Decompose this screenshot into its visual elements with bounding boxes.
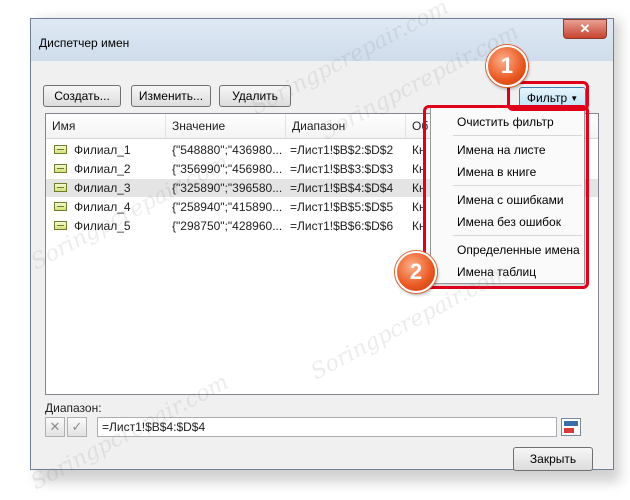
column-header-range[interactable]: Диапазон bbox=[286, 114, 406, 138]
defined-name-icon bbox=[54, 221, 67, 230]
menu-highlight-box bbox=[423, 105, 589, 289]
cell-range: =Лист1!$B$4:$D$4 bbox=[290, 181, 394, 195]
cell-value: {"325890";"396580... bbox=[172, 181, 283, 195]
cell-name: Филиал_2 bbox=[74, 162, 131, 176]
name-manager-dialog: Диспетчер имен ✕ Создать... Изменить... … bbox=[30, 18, 614, 471]
close-button[interactable]: Закрыть bbox=[513, 447, 593, 471]
cell-name: Филиал_3 bbox=[74, 181, 131, 195]
column-header-value[interactable]: Значение bbox=[166, 114, 286, 138]
cell-value: {"548880";"436980... bbox=[172, 143, 283, 157]
window-close-button[interactable]: ✕ bbox=[563, 19, 607, 39]
cell-name: Филиал_4 bbox=[74, 200, 131, 214]
range-label: Диапазон: bbox=[45, 401, 102, 415]
defined-name-icon bbox=[54, 164, 67, 173]
cell-range: =Лист1!$B$5:$D$5 bbox=[290, 200, 394, 214]
step-badge-one: 1 bbox=[486, 45, 528, 87]
defined-name-icon bbox=[54, 202, 67, 211]
cell-value: {"258940";"415890... bbox=[172, 200, 283, 214]
cancel-edit-icon[interactable]: ✕ bbox=[45, 417, 65, 437]
cell-name: Филиал_5 bbox=[74, 219, 131, 233]
create-button[interactable]: Создать... bbox=[43, 85, 121, 107]
cell-range: =Лист1!$B$3:$D$3 bbox=[290, 162, 394, 176]
cell-range: =Лист1!$B$6:$D$6 bbox=[290, 219, 394, 233]
cell-value: {"298750";"428960... bbox=[172, 219, 283, 233]
range-input[interactable]: =Лист1!$B$4:$D$4 bbox=[97, 417, 557, 437]
title-bar: Диспетчер имен ✕ bbox=[31, 19, 613, 61]
confirm-edit-icon[interactable]: ✓ bbox=[67, 417, 87, 437]
cell-name: Филиал_1 bbox=[74, 143, 131, 157]
step-badge-two: 2 bbox=[395, 251, 437, 293]
edit-button[interactable]: Изменить... bbox=[131, 85, 211, 107]
delete-button[interactable]: Удалить bbox=[219, 85, 291, 107]
defined-name-icon bbox=[54, 145, 67, 154]
window-title: Диспетчер имен bbox=[39, 36, 130, 50]
cell-value: {"356990";"456980... bbox=[172, 162, 283, 176]
cell-range: =Лист1!$B$2:$D$2 bbox=[290, 143, 394, 157]
collapse-dialog-icon[interactable] bbox=[561, 418, 581, 436]
defined-name-icon bbox=[54, 183, 67, 192]
column-header-name[interactable]: Имя bbox=[46, 114, 166, 138]
